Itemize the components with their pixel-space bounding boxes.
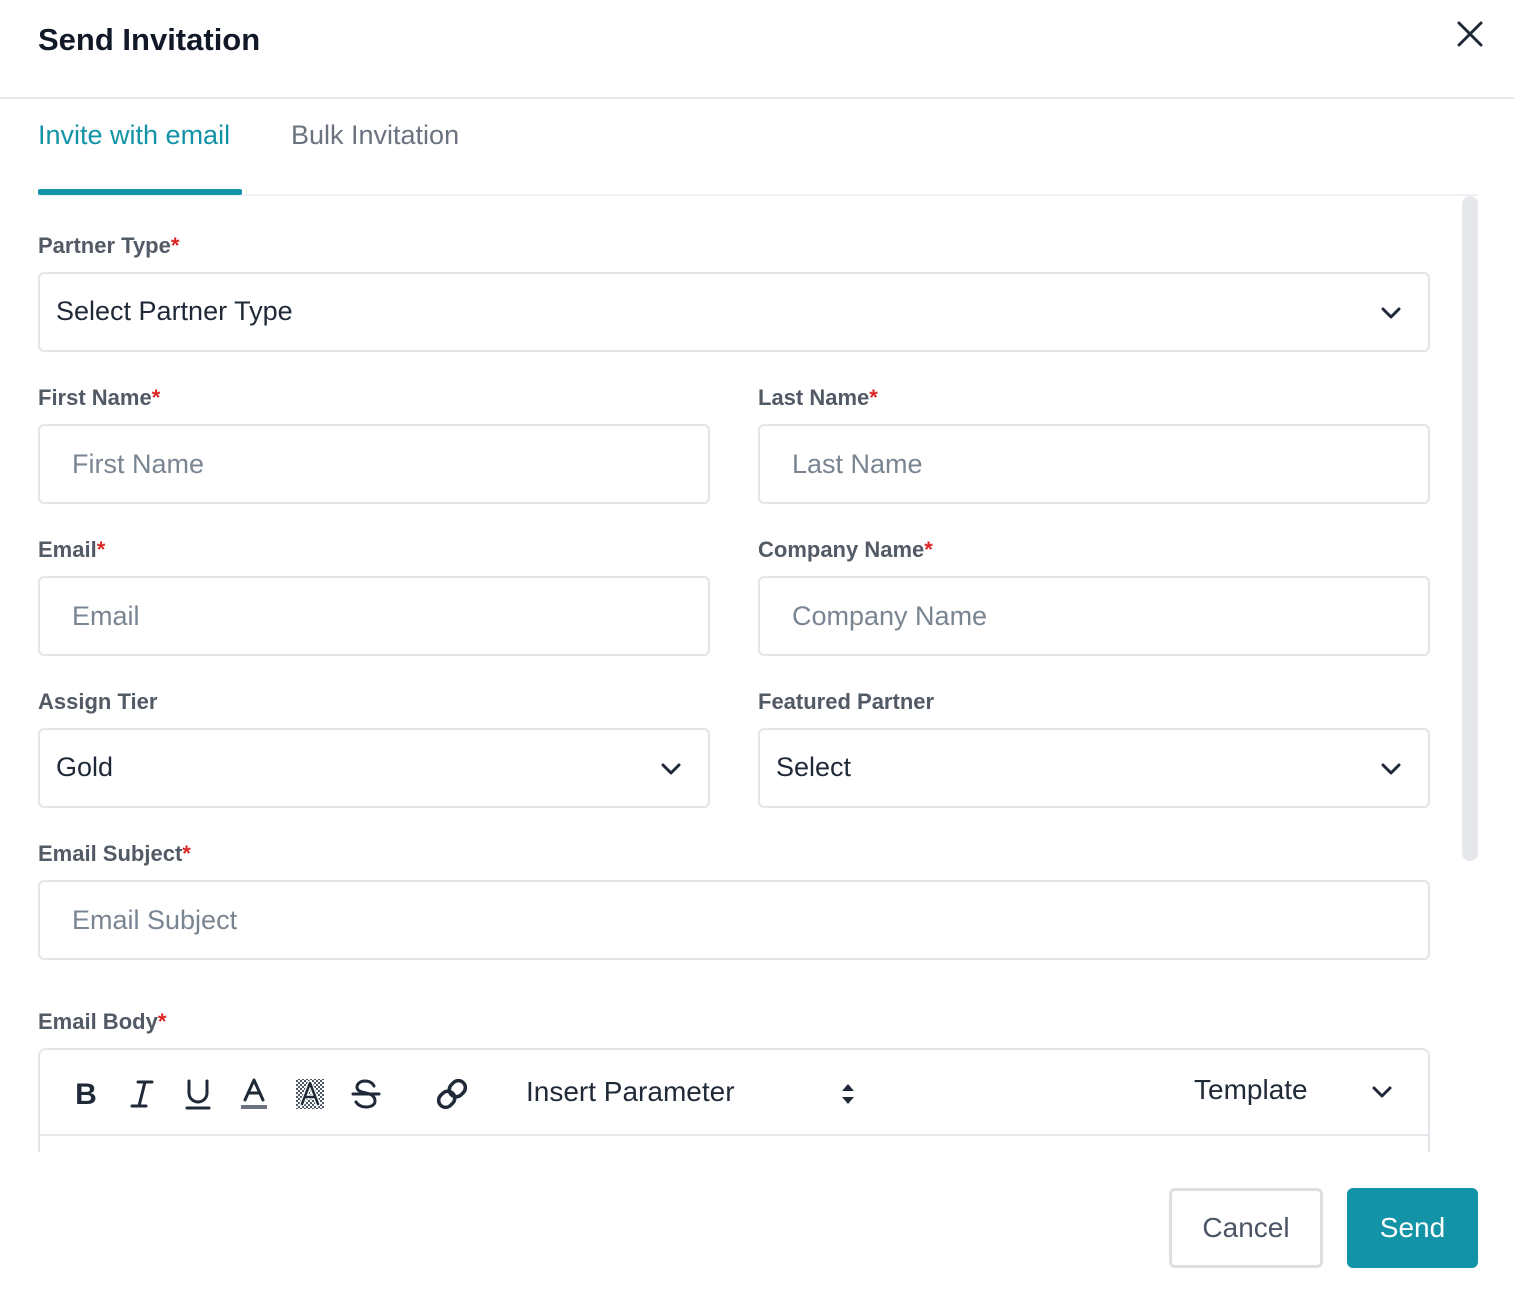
highlight-icon[interactable] — [292, 1076, 328, 1112]
required-mark: * — [157, 1009, 167, 1034]
italic-icon[interactable] — [124, 1076, 160, 1112]
bold-icon[interactable]: B — [68, 1076, 104, 1112]
first-name-label-text: First Name — [38, 385, 152, 410]
scrollbar[interactable] — [1462, 196, 1478, 861]
company-name-label-text: Company Name — [758, 537, 925, 562]
company-name-input[interactable] — [760, 578, 1428, 654]
send-button[interactable]: Send — [1347, 1188, 1478, 1268]
sort-arrows-icon[interactable] — [830, 1076, 866, 1112]
first-name-label: First Name* — [38, 385, 160, 411]
tab-invite-with-email[interactable]: Invite with email — [38, 120, 230, 151]
dialog-header: Send Invitation — [0, 0, 1514, 99]
link-icon[interactable] — [434, 1076, 470, 1112]
tab-bulk-invitation[interactable]: Bulk Invitation — [291, 120, 459, 151]
assign-tier-select[interactable]: Gold — [38, 728, 710, 808]
featured-partner-value: Select — [776, 752, 852, 782]
last-name-input[interactable] — [760, 426, 1428, 502]
chevron-down-icon — [1378, 300, 1404, 326]
email-body-label: Email Body* — [38, 1009, 166, 1035]
cancel-button[interactable]: Cancel — [1169, 1188, 1323, 1268]
toolbar-divider — [40, 1134, 1428, 1136]
partner-type-select[interactable]: Select Partner Type — [38, 272, 1430, 352]
email-subject-input[interactable] — [40, 882, 1428, 958]
email-input[interactable] — [40, 578, 708, 654]
assign-tier-value: Gold — [56, 752, 114, 782]
last-name-field — [758, 424, 1430, 504]
email-label-text: Email — [38, 537, 97, 562]
required-mark: * — [182, 841, 191, 866]
required-mark: * — [170, 233, 180, 258]
chevron-down-icon[interactable] — [1364, 1074, 1400, 1110]
email-body-label-text: Email Body — [38, 1009, 158, 1034]
chevron-down-icon — [658, 756, 684, 782]
chevron-down-icon — [1378, 756, 1404, 782]
last-name-label: Last Name* — [758, 385, 878, 411]
email-label: Email* — [38, 537, 105, 563]
featured-partner-label: Featured Partner — [758, 689, 935, 714]
dialog-title: Send Invitation — [38, 22, 261, 57]
assign-tier-label: Assign Tier — [38, 689, 158, 714]
required-mark: * — [96, 537, 106, 562]
partner-type-value: Select Partner Type — [56, 296, 293, 326]
close-icon[interactable] — [1452, 16, 1488, 52]
email-subject-label-text: Email Subject — [38, 841, 183, 866]
template-select[interactable]: Template — [1194, 1074, 1308, 1106]
email-field — [38, 576, 710, 656]
required-mark: * — [869, 385, 878, 410]
required-mark: * — [151, 385, 161, 410]
tab-bar: Invite with email Bulk Invitation — [38, 100, 1478, 196]
first-name-field — [38, 424, 710, 504]
email-subject-field — [38, 880, 1430, 960]
partner-type-label: Partner Type* — [38, 233, 179, 259]
first-name-input[interactable] — [40, 426, 708, 502]
font-color-icon[interactable] — [236, 1076, 272, 1112]
email-subject-label: Email Subject* — [38, 841, 191, 867]
insert-parameter-select[interactable]: Insert Parameter — [526, 1076, 735, 1108]
active-tab-indicator — [38, 189, 242, 195]
svg-text:B: B — [75, 1078, 97, 1111]
featured-partner-select[interactable]: Select — [758, 728, 1430, 808]
required-mark: * — [924, 537, 933, 562]
last-name-label-text: Last Name — [758, 385, 870, 410]
partner-type-label-text: Partner Type — [38, 233, 171, 258]
company-name-field — [758, 576, 1430, 656]
underline-icon[interactable] — [180, 1076, 216, 1112]
strikethrough-icon[interactable] — [348, 1076, 384, 1112]
email-body-editor: B Insert Parameter Template — [38, 1048, 1430, 1152]
company-name-label: Company Name* — [758, 537, 933, 563]
